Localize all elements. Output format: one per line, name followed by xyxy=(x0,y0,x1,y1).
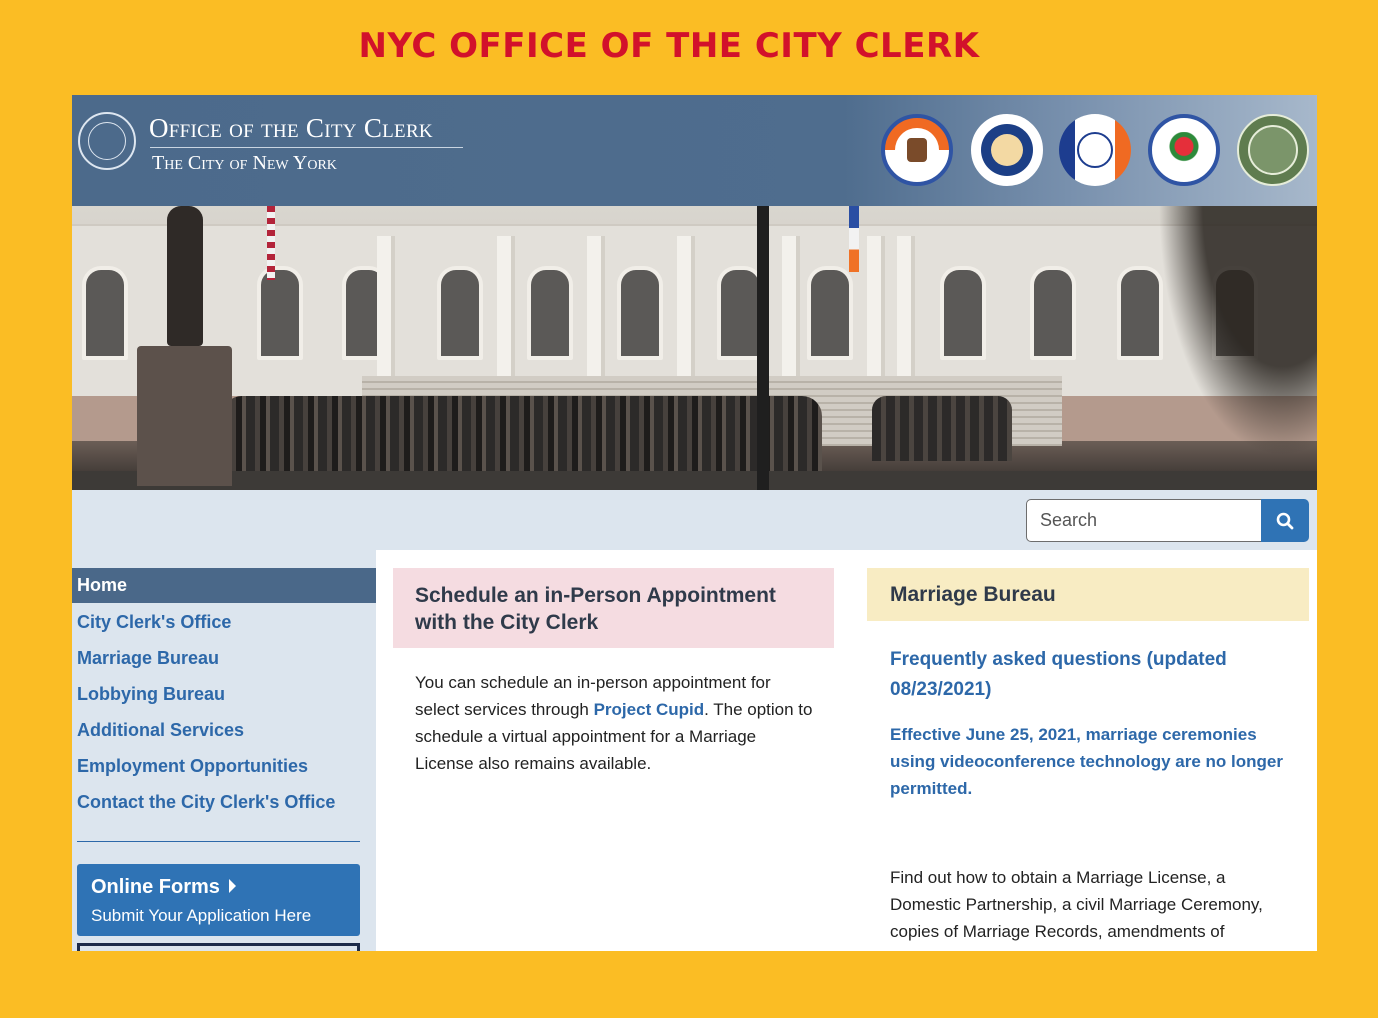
online-forms-title: Online Forms xyxy=(91,876,220,898)
next-sidebar-box[interactable] xyxy=(77,943,360,951)
online-forms-button[interactable]: Online Forms Submit Your Application Her… xyxy=(77,864,360,936)
marriage-bureau-card-title: Marriage Bureau xyxy=(867,568,1309,621)
sidebar-item-additional-services[interactable]: Additional Services xyxy=(77,720,244,741)
brooklyn-seal-icon[interactable] xyxy=(971,114,1043,186)
nyc-seal-icon[interactable] xyxy=(78,112,136,170)
banner-title: NYC OFFICE OF THE CITY CLERK xyxy=(358,26,980,66)
marriage-bureau-description: Find out how to obtain a Marriage Licens… xyxy=(890,868,1263,941)
project-cupid-link[interactable]: Project Cupid xyxy=(594,700,705,719)
site-header: Office of the City Clerk The City of New… xyxy=(72,95,1317,206)
manhattan-seal-icon[interactable] xyxy=(1059,114,1131,186)
sidebar-item-home[interactable]: Home xyxy=(72,568,376,603)
search-bar-strip xyxy=(72,490,1317,550)
sidebar-item-city-clerks-office[interactable]: City Clerk's Office xyxy=(77,612,231,633)
staten-island-seal-icon[interactable] xyxy=(1237,114,1309,186)
sidebar-item-contact[interactable]: Contact the City Clerk's Office xyxy=(77,792,335,813)
browser-viewport: Office of the City Clerk The City of New… xyxy=(72,95,1317,951)
faq-link[interactable]: Frequently asked questions (updated 08/2… xyxy=(890,645,1290,705)
search-button[interactable] xyxy=(1261,499,1309,542)
search-input[interactable] xyxy=(1026,499,1262,542)
queens-seal-icon[interactable] xyxy=(1148,114,1220,186)
sidebar-item-lobbying-bureau[interactable]: Lobbying Bureau xyxy=(77,684,225,705)
sidebar-item-employment-opportunities[interactable]: Employment Opportunities xyxy=(77,756,308,777)
site-title[interactable]: Office of the City Clerk xyxy=(149,113,433,144)
appointment-card-text: You can schedule an in-person appointmen… xyxy=(415,669,815,777)
hero-image-city-hall xyxy=(72,206,1317,490)
appointment-card-title: Schedule an in-Person Appointment with t… xyxy=(393,568,834,648)
search-icon xyxy=(1276,512,1294,529)
bronx-seal-icon[interactable] xyxy=(881,114,953,186)
online-forms-subtitle: Submit Your Application Here xyxy=(91,906,312,925)
sidebar-item-marriage-bureau[interactable]: Marriage Bureau xyxy=(77,648,219,669)
videoconference-notice-link[interactable]: Effective June 25, 2021, marriage ceremo… xyxy=(890,721,1290,802)
title-divider xyxy=(150,147,463,148)
sidebar-divider xyxy=(77,841,360,842)
site-subtitle: The City of New York xyxy=(152,152,337,174)
chevron-right-icon xyxy=(229,879,236,893)
sidebar-nav: Home City Clerk's Office Marriage Bureau… xyxy=(72,550,376,951)
